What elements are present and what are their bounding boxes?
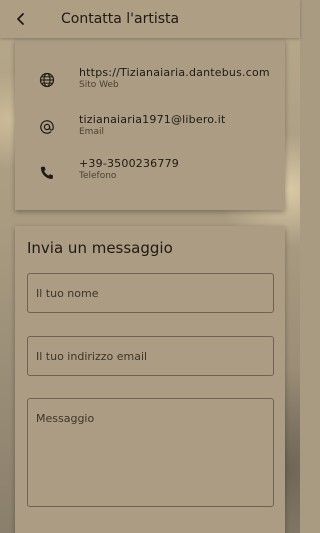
message-placeholder: Messaggio: [36, 412, 95, 425]
app-bar: Contatta l'artista: [0, 0, 300, 38]
email-value: tizianaiaria1971@libero.it: [79, 113, 226, 126]
phone-label: Telefono: [79, 171, 117, 181]
phone-value: +39-3500236779: [79, 157, 179, 170]
website-value: https://Tizianaiaria.dantebus.com: [79, 66, 270, 79]
page-title: Contatta l'artista: [61, 11, 180, 27]
arrow-back-icon: [17, 13, 24, 25]
contact-row-email[interactable]: tizianaiaria1971@libero.it Email: [15, 112, 285, 156]
email-label: Email: [79, 127, 104, 137]
name-input[interactable]: Il tuo nome: [27, 273, 274, 313]
contact-card: https://Tizianaiaria.dantebus.com Sito W…: [15, 39, 285, 210]
email-input[interactable]: Il tuo indirizzo email: [27, 336, 274, 376]
contact-row-website[interactable]: https://Tizianaiaria.dantebus.com Sito W…: [15, 65, 285, 109]
back-button[interactable]: [0, 0, 42, 38]
form-title: Invia un messaggio: [27, 239, 173, 257]
contact-row-phone[interactable]: +39-3500236779 Telefono: [15, 156, 285, 200]
message-form-card: Invia un messaggio Il tuo nome Il tuo in…: [15, 226, 285, 533]
website-label: Sito Web: [79, 80, 119, 90]
globe-icon: [37, 70, 57, 90]
message-textarea[interactable]: Messaggio: [27, 398, 274, 507]
name-placeholder: Il tuo nome: [36, 287, 99, 300]
email-placeholder: Il tuo indirizzo email: [36, 350, 148, 363]
phone-icon: [37, 163, 57, 183]
at-icon: [37, 117, 57, 137]
